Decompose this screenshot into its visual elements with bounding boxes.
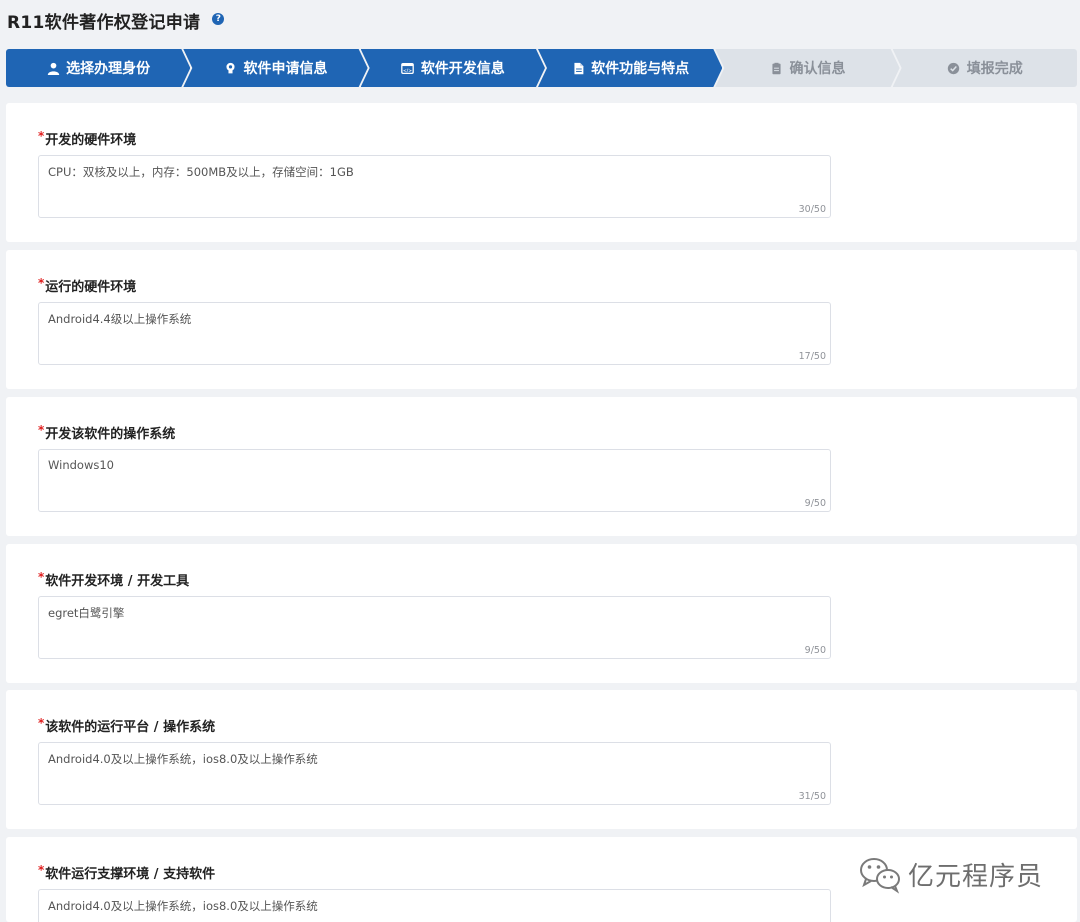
svg-text:</>: </> xyxy=(403,68,412,74)
step-confirm-info[interactable]: 确认信息 xyxy=(715,49,899,87)
char-counter: 17/50 xyxy=(798,351,826,362)
step-label: 确认信息 xyxy=(789,61,846,77)
required-marker: * xyxy=(38,863,45,877)
form-card: *运行的硬件环境 Android4.4级以上操作系统 17/50 xyxy=(6,250,1077,389)
required-marker: * xyxy=(38,570,45,584)
run-platform-textarea[interactable]: Android4.0及以上操作系统，ios8.0及以上操作系统 31/50 xyxy=(38,742,831,805)
field-value: Android4.0及以上操作系统，ios8.0及以上操作系统 xyxy=(48,752,318,766)
char-counter: 9/50 xyxy=(804,498,826,509)
field-label-text: 开发的硬件环境 xyxy=(45,133,137,148)
field-label-text: 软件开发环境 / 开发工具 xyxy=(45,574,190,589)
field-label: *该软件的运行平台 / 操作系统 xyxy=(38,716,215,735)
user-icon xyxy=(46,61,60,75)
question-circle-icon[interactable]: ? xyxy=(212,13,225,25)
required-marker: * xyxy=(38,716,45,730)
watermark-text: 亿元程序员 xyxy=(908,861,1044,892)
lightbulb-icon xyxy=(223,61,237,75)
step-label: 软件申请信息 xyxy=(243,61,328,77)
form-card: *开发的硬件环境 CPU：双核及以上，内存：500MB及以上，存储空间：1GB … xyxy=(6,103,1077,242)
clipboard-icon xyxy=(769,61,783,75)
field-label-text: 该软件的运行平台 / 操作系统 xyxy=(45,720,216,735)
dev-os-textarea[interactable]: Windows10 9/50 xyxy=(38,449,831,512)
step-label: 填报完成 xyxy=(966,61,1023,77)
required-marker: * xyxy=(38,423,45,437)
field-value: Android4.0及以上操作系统，ios8.0及以上操作系统 xyxy=(48,899,318,913)
page-title: R11软件著作权登记申请 xyxy=(7,12,201,33)
char-counter: 31/50 xyxy=(798,791,826,802)
dev-tools-textarea[interactable]: egret白鹭引擎 9/50 xyxy=(38,596,831,659)
field-label: *软件运行支撑环境 / 支持软件 xyxy=(38,863,215,882)
support-software-textarea[interactable]: Android4.0及以上操作系统，ios8.0及以上操作系统 xyxy=(38,889,831,922)
dev-hardware-textarea[interactable]: CPU：双核及以上，内存：500MB及以上，存储空间：1GB 30/50 xyxy=(38,155,831,218)
step-label: 软件开发信息 xyxy=(420,61,505,77)
check-circle-icon xyxy=(947,61,961,75)
document-icon xyxy=(571,61,585,75)
field-value: Android4.4级以上操作系统 xyxy=(48,312,192,326)
field-label: *软件开发环境 / 开发工具 xyxy=(38,570,189,589)
wechat-logo-icon xyxy=(860,858,900,894)
form-card: *该软件的运行平台 / 操作系统 Android4.0及以上操作系统，ios8.… xyxy=(6,690,1077,829)
required-marker: * xyxy=(38,276,45,290)
field-value: egret白鹭引擎 xyxy=(48,606,125,620)
form-card: *软件开发环境 / 开发工具 egret白鹭引擎 9/50 xyxy=(6,544,1077,683)
char-counter: 30/50 xyxy=(798,204,826,215)
step-select-identity[interactable]: 选择办理身份 xyxy=(6,49,190,87)
run-hardware-textarea[interactable]: Android4.4级以上操作系统 17/50 xyxy=(38,302,831,365)
step-complete[interactable]: 填报完成 xyxy=(892,49,1077,87)
char-counter: 9/50 xyxy=(804,645,826,656)
field-value: CPU：双核及以上，内存：500MB及以上，存储空间：1GB xyxy=(48,165,354,179)
field-label-text: 开发该软件的操作系统 xyxy=(45,427,176,442)
step-features[interactable]: 软件功能与特点 xyxy=(538,49,722,87)
step-label: 软件功能与特点 xyxy=(591,61,690,77)
step-label: 选择办理身份 xyxy=(66,61,151,77)
field-value: Windows10 xyxy=(48,458,114,472)
step-application-info[interactable]: 软件申请信息 xyxy=(183,49,367,87)
field-label-text: 运行的硬件环境 xyxy=(45,280,137,295)
required-marker: * xyxy=(38,129,45,143)
field-label: *开发的硬件环境 xyxy=(38,129,136,148)
form-card: *开发该软件的操作系统 Windows10 9/50 xyxy=(6,397,1077,536)
field-label-text: 软件运行支撑环境 / 支持软件 xyxy=(45,867,216,882)
steps-bar: 选择办理身份 软件申请信息 </> 软件开发信息 软件功能与特点 确认信息 填报… xyxy=(6,49,1077,87)
watermark: 亿元程序员 xyxy=(858,852,1043,896)
page-header: R11软件著作权登记申请 ? xyxy=(0,0,1080,40)
field-label: *运行的硬件环境 xyxy=(38,276,136,295)
field-label: *开发该软件的操作系统 xyxy=(38,423,175,442)
code-window-icon: </> xyxy=(401,61,415,75)
step-development-info[interactable]: </> 软件开发信息 xyxy=(361,49,545,87)
